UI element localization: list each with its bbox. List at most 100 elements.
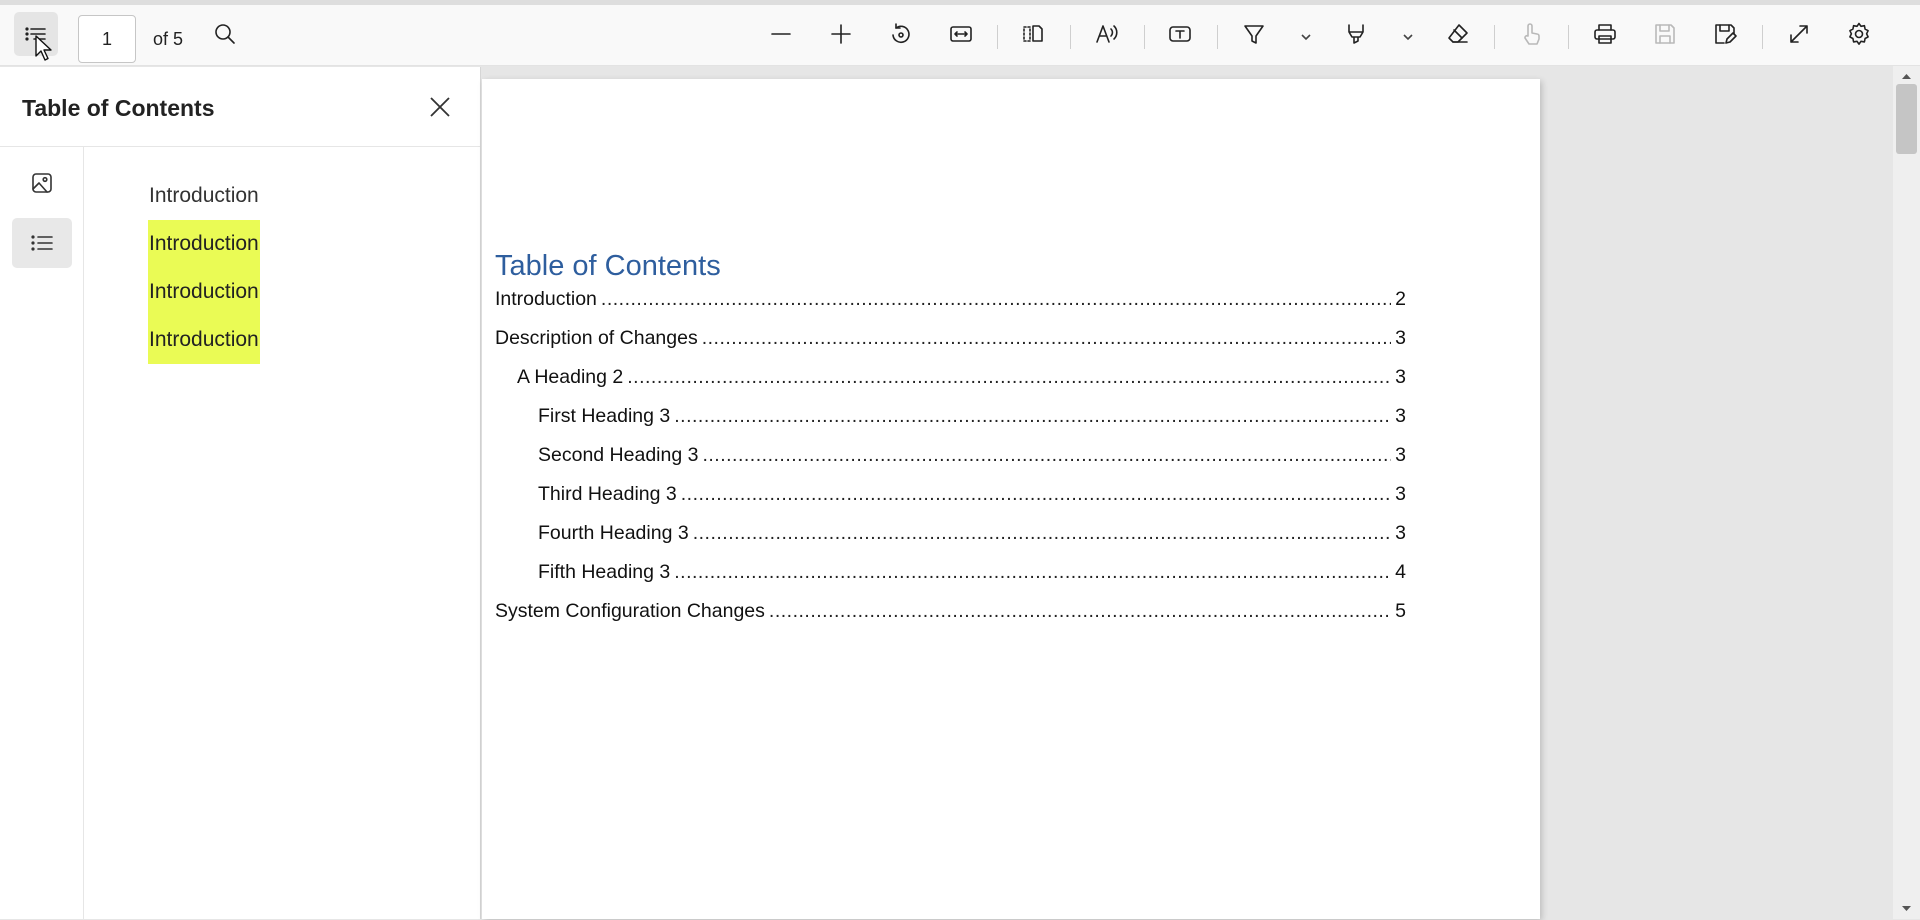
fit-width-icon <box>950 26 972 42</box>
toolbar-divider <box>1568 25 1569 49</box>
toc-dot-leader <box>674 561 1391 584</box>
toc-entry-title: Third Heading 3 <box>538 483 677 505</box>
outline-item[interactable]: Introduction <box>148 220 260 268</box>
save-as-icon <box>1715 24 1737 44</box>
toc-entry-page: 3 <box>1395 405 1406 427</box>
toc-heading: Table of Contents <box>495 250 721 282</box>
toc-entry-title: Fifth Heading 3 <box>538 561 671 583</box>
outline-item[interactable]: Introduction <box>148 172 260 220</box>
toc-entry-title: Description of Changes <box>495 327 698 349</box>
vertical-scrollbar[interactable] <box>1893 66 1920 919</box>
toc-entry[interactable]: Second Heading 3 3 <box>538 444 1406 472</box>
toc-entry[interactable]: Fourth Heading 3 3 <box>538 522 1406 550</box>
zoom-in-icon <box>831 24 851 44</box>
toc-entry[interactable]: Introduction 2 <box>495 288 1406 316</box>
toolbar-divider <box>1494 25 1495 49</box>
panel-header: Table of Contents <box>0 67 480 147</box>
print-icon <box>1594 24 1616 44</box>
fit-width-button[interactable] <box>939 12 983 56</box>
search-icon <box>215 24 235 44</box>
print-button[interactable] <box>1583 12 1627 56</box>
toc-dot-leader <box>702 327 1391 350</box>
fullscreen-icon <box>1790 25 1808 43</box>
toc-entry-title: First Heading 3 <box>538 405 671 427</box>
toc-entry-page: 4 <box>1395 561 1406 583</box>
toc-dot-leader <box>702 444 1391 467</box>
erase-button[interactable] <box>1436 12 1480 56</box>
rotate-button[interactable] <box>879 12 923 56</box>
toc-dot-leader <box>681 483 1391 506</box>
toc-entry[interactable]: First Heading 3 3 <box>538 405 1406 433</box>
toc-entry-title: A Heading 2 <box>517 366 624 388</box>
read-aloud-button[interactable] <box>1085 12 1129 56</box>
mouse-cursor-icon <box>35 35 52 61</box>
save-icon <box>1655 24 1675 44</box>
toc-entry[interactable]: Third Heading 3 3 <box>538 483 1406 511</box>
toc-entry-page: 5 <box>1395 600 1406 622</box>
image-icon <box>32 173 52 193</box>
eraser-icon <box>1448 24 1468 43</box>
toc-dot-leader <box>627 366 1391 389</box>
settings-icon <box>1849 22 1869 45</box>
toolbar-divider <box>997 25 998 49</box>
page-number-input[interactable] <box>78 15 136 63</box>
page-view-icon <box>1023 25 1043 42</box>
highlight-icon <box>1348 24 1364 44</box>
toc-entry-title: Second Heading 3 <box>538 444 699 466</box>
text-box-icon <box>1169 26 1191 42</box>
toolbar-divider <box>1144 25 1145 49</box>
toc-entry-page: 3 <box>1395 366 1406 388</box>
settings-button[interactable] <box>1837 12 1881 56</box>
outline-item[interactable]: Introduction <box>148 268 260 316</box>
highlight-options-dropdown[interactable] <box>1398 26 1418 48</box>
caret-down-icon <box>1902 906 1911 911</box>
toc-entry-page: 2 <box>1395 288 1406 310</box>
document-page: Table of Contents Introduction 2 Descripti… <box>482 79 1540 919</box>
caret-up-icon <box>1902 74 1911 79</box>
toc-entry[interactable]: Fifth Heading 3 4 <box>538 561 1406 589</box>
toc-dot-leader <box>693 522 1391 545</box>
zoom-in-button[interactable] <box>819 12 863 56</box>
highlight-button[interactable] <box>1334 12 1378 56</box>
scroll-down-button[interactable] <box>1900 902 1913 915</box>
toc-entry[interactable]: System Configuration Changes 5 <box>495 600 1406 628</box>
toc-dot-leader <box>674 405 1391 428</box>
page-total: of 5 <box>153 29 184 49</box>
chevron-down-icon <box>1301 34 1311 41</box>
toc-entry[interactable]: A Heading 2 3 <box>517 366 1406 394</box>
fullscreen-button[interactable] <box>1777 12 1821 56</box>
draw-options-dropdown[interactable] <box>1296 26 1316 48</box>
zoom-out-button[interactable] <box>759 12 803 56</box>
toolbar: of 5 <box>0 5 1920 66</box>
scroll-up-button[interactable] <box>1900 70 1913 83</box>
toolbar-divider <box>1070 25 1071 49</box>
text-box-button[interactable] <box>1158 12 1202 56</box>
outline-tab[interactable] <box>12 218 72 268</box>
find-button[interactable] <box>203 12 247 56</box>
draw-icon <box>1244 25 1264 44</box>
contents-panel: Table of Contents Introduction Introducti… <box>0 67 481 919</box>
panel-title: Table of Contents <box>22 95 215 121</box>
toc-dot-leader <box>769 600 1391 623</box>
touch-write-button[interactable] <box>1509 12 1553 56</box>
zoom-out-icon <box>771 33 791 35</box>
thumbnails-tab[interactable] <box>12 158 72 208</box>
save-button[interactable] <box>1643 12 1687 56</box>
rotate-icon <box>892 23 910 44</box>
page-view-button[interactable] <box>1011 12 1055 56</box>
outline-item[interactable]: Introduction <box>148 316 260 364</box>
touch-write-icon <box>1524 23 1540 45</box>
draw-button[interactable] <box>1232 12 1276 56</box>
toc-entry-page: 3 <box>1395 483 1406 505</box>
scroll-thumb[interactable] <box>1896 84 1917 154</box>
save-as-button[interactable] <box>1703 12 1747 56</box>
toc-dot-leader <box>601 288 1391 311</box>
toc-entry-title: Fourth Heading 3 <box>538 522 689 544</box>
close-icon <box>430 97 450 117</box>
toc-entry-page: 3 <box>1395 327 1406 349</box>
read-aloud-icon <box>1096 25 1118 43</box>
close-panel-button[interactable] <box>420 87 460 127</box>
toc-entry-page: 3 <box>1395 522 1406 544</box>
toc-entry[interactable]: Description of Changes 3 <box>495 327 1406 355</box>
chevron-down-icon <box>1403 34 1413 41</box>
